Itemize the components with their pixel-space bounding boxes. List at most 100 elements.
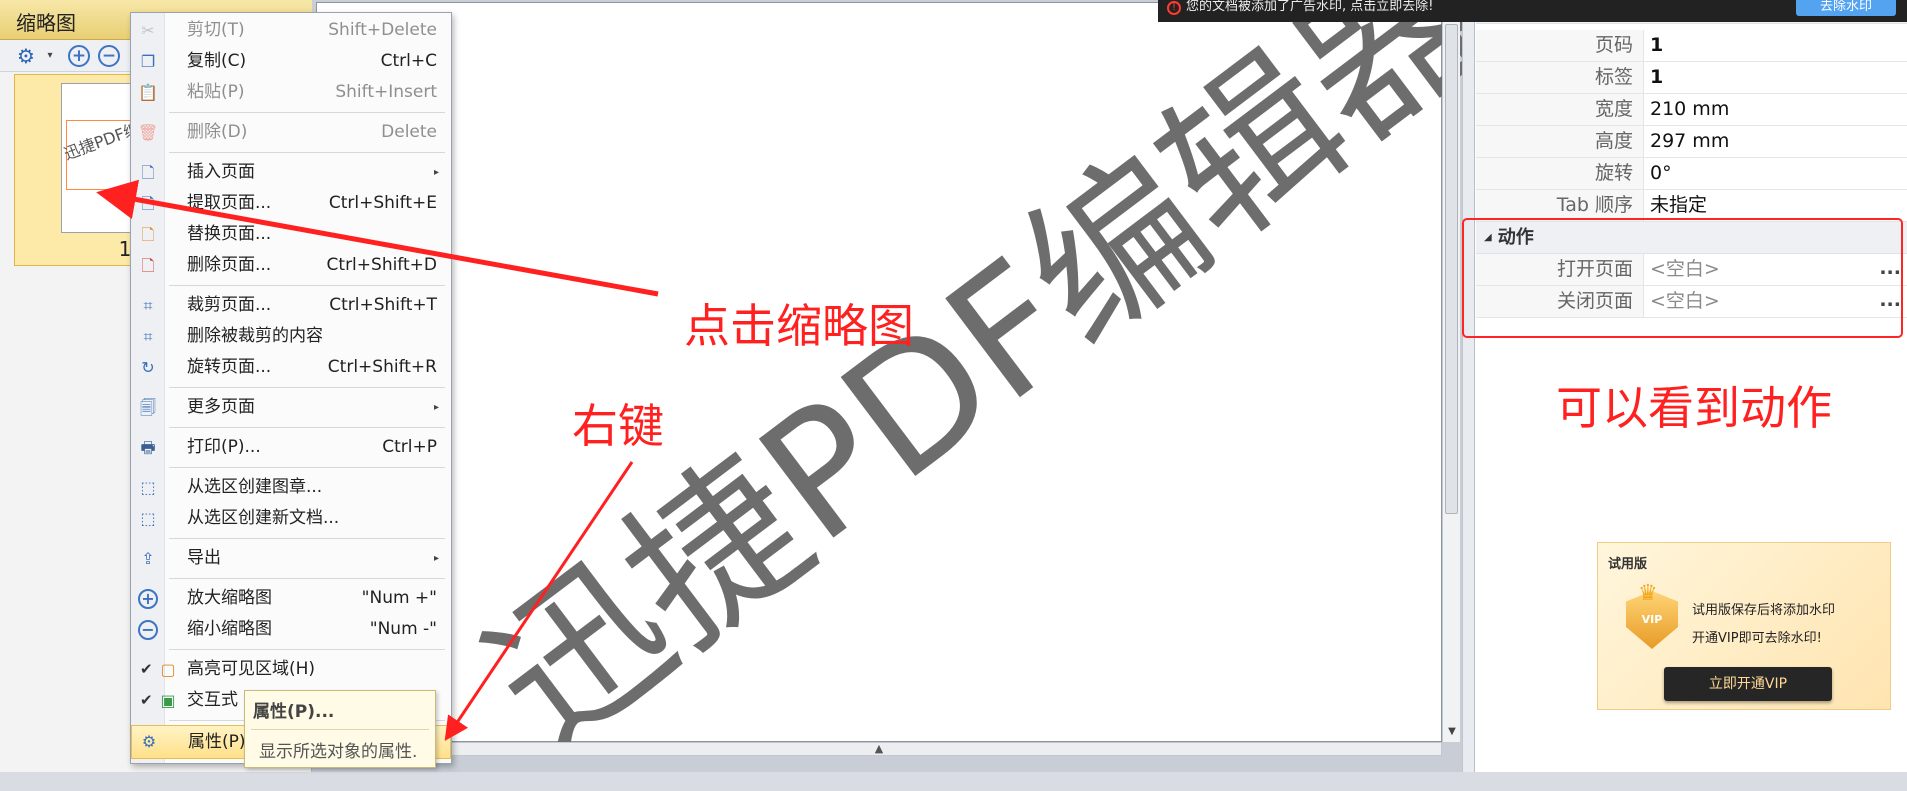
checkmark-icon: ✔ bbox=[140, 660, 153, 678]
menu-separator bbox=[169, 285, 445, 286]
trial-title: 试用版 bbox=[1608, 557, 1648, 572]
menu-item-label: 打印(P)... bbox=[187, 437, 261, 457]
tooltip-title: 属性(P)... bbox=[253, 702, 335, 722]
menu-item-zoom-out-thumbnails[interactable]: − 缩小缩略图 "Num -" bbox=[131, 614, 451, 645]
panel-splitter[interactable] bbox=[1462, 0, 1474, 772]
property-row: 标签 1 bbox=[1476, 62, 1907, 94]
menu-item-label: 粘贴(P) bbox=[187, 82, 245, 102]
menu-item-shortcut: Delete bbox=[381, 122, 437, 142]
scroll-down-icon[interactable]: ▼ bbox=[1443, 726, 1461, 737]
tooltip-divider bbox=[251, 729, 429, 730]
menu-item-cut[interactable]: ✂ 剪切(T) Shift+Delete bbox=[131, 15, 451, 46]
annotation-see-actions: 可以看到动作 bbox=[1556, 381, 1832, 435]
property-row: 旋转 0° bbox=[1476, 158, 1907, 190]
menu-item-copy[interactable]: ❐ 复制(C) Ctrl+C bbox=[131, 46, 451, 77]
menu-item-shortcut: Ctrl+Shift+D bbox=[326, 255, 437, 275]
notification-text[interactable]: 您的文档被添加了广告水印, 点击立即去除! bbox=[1186, 0, 1433, 14]
menu-item-rotate-page[interactable]: ↻ 旋转页面... Ctrl+Shift+R bbox=[131, 352, 451, 383]
menu-item-export[interactable]: ⇪ 导出 ▸ bbox=[131, 543, 451, 574]
menu-item-label: 插入页面 bbox=[187, 162, 255, 182]
property-row: 高度 297 mm bbox=[1476, 126, 1907, 158]
menu-item-shortcut: Ctrl+C bbox=[380, 51, 437, 71]
menu-item-replace-page[interactable]: 🗋 替换页面... bbox=[131, 219, 451, 250]
menu-item-label: 更多页面 bbox=[187, 397, 255, 417]
annotation-right-click: 右键 bbox=[572, 399, 664, 453]
property-value[interactable]: 297 mm bbox=[1644, 126, 1729, 157]
zoom-out-icon: − bbox=[138, 620, 158, 640]
property-label: 标签 bbox=[1476, 62, 1644, 93]
property-label: 页码 bbox=[1476, 30, 1644, 61]
menu-item-shortcut: "Num -" bbox=[369, 619, 437, 639]
context-menu: ✂ 剪切(T) Shift+Delete ❐ 复制(C) Ctrl+C 📋 粘贴… bbox=[130, 12, 452, 764]
menu-item-create-document[interactable]: ⬚ 从选区创建新文档... bbox=[131, 503, 451, 534]
menu-item-shortcut: Shift+Insert bbox=[335, 82, 437, 102]
menu-separator bbox=[169, 152, 445, 153]
insert-page-icon: 🗋 bbox=[141, 163, 155, 182]
trial-line-2: 开通VIP即可去除水印! bbox=[1692, 631, 1822, 646]
property-label: 高度 bbox=[1476, 126, 1644, 157]
menu-item-label: 替换页面... bbox=[187, 224, 272, 244]
chevron-down-icon[interactable]: ▾ bbox=[38, 44, 62, 68]
menu-item-delete-page[interactable]: 🗋 删除页面... Ctrl+Shift+D bbox=[131, 250, 451, 281]
open-vip-button[interactable]: 立即开通VIP bbox=[1664, 667, 1832, 701]
property-value[interactable]: 0° bbox=[1644, 158, 1672, 189]
paste-icon: 📋 bbox=[138, 83, 158, 102]
interactive-icon: ▣ bbox=[160, 691, 176, 710]
menu-item-label: 从选区创建新文档... bbox=[187, 508, 340, 528]
menu-item-label: 高亮可见区域(H) bbox=[187, 659, 316, 679]
menu-separator bbox=[169, 112, 445, 113]
menu-item-print[interactable]: 🖶 打印(P)... Ctrl+P bbox=[131, 432, 451, 463]
copy-icon: ❐ bbox=[140, 52, 156, 71]
gear-icon[interactable]: ⚙ bbox=[14, 44, 38, 68]
property-label: 旋转 bbox=[1476, 158, 1644, 189]
printer-icon: 🖶 bbox=[140, 438, 156, 457]
warning-icon: ! bbox=[1167, 1, 1181, 15]
menu-item-create-stamp[interactable]: ⬚ 从选区创建图章... bbox=[131, 472, 451, 503]
replace-page-icon: 🗋 bbox=[141, 225, 155, 244]
menu-separator bbox=[169, 467, 445, 468]
menu-item-highlight-visible[interactable]: ✔ ▢ 高亮可见区域(H) bbox=[131, 654, 451, 685]
menu-item-label: 缩小缩略图 bbox=[187, 619, 272, 639]
menu-item-label: 属性(P) bbox=[188, 732, 246, 752]
export-icon: ⇪ bbox=[141, 549, 155, 568]
remove-watermark-button[interactable]: 去除水印 bbox=[1796, 0, 1896, 16]
property-value[interactable]: 未指定 bbox=[1644, 190, 1707, 221]
rotate-page-icon: ↻ bbox=[141, 358, 155, 377]
menu-item-zoom-in-thumbnails[interactable]: + 放大缩略图 "Num +" bbox=[131, 583, 451, 614]
menu-item-label: 剪切(T) bbox=[187, 20, 245, 40]
property-value[interactable]: 210 mm bbox=[1644, 94, 1729, 125]
menu-item-delete[interactable]: 🗑 删除(D) Delete bbox=[131, 117, 451, 148]
horizontal-splitter[interactable]: ▲ bbox=[316, 742, 1442, 756]
properties-icon: ⚙ bbox=[141, 732, 157, 751]
submenu-arrow-icon: ▸ bbox=[433, 402, 439, 413]
menu-item-label: 导出 bbox=[187, 548, 221, 568]
checkmark-icon: ✔ bbox=[140, 691, 153, 709]
menu-item-paste[interactable]: 📋 粘贴(P) Shift+Insert bbox=[131, 77, 451, 108]
menu-item-label: 裁剪页面... bbox=[187, 295, 272, 315]
menu-separator bbox=[169, 387, 445, 388]
property-value[interactable]: 1 bbox=[1644, 30, 1663, 61]
trial-banner: 试用版 VIP ♛ 试用版保存后将添加水印 开通VIP即可去除水印! 立即开通V… bbox=[1597, 542, 1891, 710]
vertical-scrollbar[interactable]: ▲ ▼ bbox=[1442, 2, 1460, 742]
menu-item-label: 复制(C) bbox=[187, 51, 247, 71]
menu-item-insert-page[interactable]: 🗋 插入页面 ▸ bbox=[131, 157, 451, 188]
menu-item-label: 交互式 bbox=[187, 690, 238, 710]
trash-icon: 🗑 bbox=[137, 123, 159, 142]
menu-item-remove-cropped[interactable]: ⌗ 删除被裁剪的内容 bbox=[131, 321, 451, 352]
new-doc-icon: ⬚ bbox=[140, 509, 156, 528]
menu-item-more-pages[interactable]: 🗐 更多页面 ▸ bbox=[131, 392, 451, 423]
menu-item-extract-page[interactable]: 🗋 提取页面... Ctrl+Shift+E bbox=[131, 188, 451, 219]
scrollbar-thumb[interactable] bbox=[1445, 24, 1458, 514]
property-label: Tab 顺序 bbox=[1476, 190, 1644, 221]
menu-item-label: 从选区创建图章... bbox=[187, 477, 323, 497]
menu-item-shortcut: Ctrl+Shift+R bbox=[327, 357, 437, 377]
zoom-out-icon[interactable]: − bbox=[98, 45, 120, 67]
menu-item-crop-page[interactable]: ⌗ 裁剪页面... Ctrl+Shift+T bbox=[131, 290, 451, 321]
stamp-icon: ⬚ bbox=[140, 478, 156, 497]
zoom-in-icon[interactable]: + bbox=[68, 45, 90, 67]
annotation-click-thumbnail: 点击缩略图 bbox=[684, 299, 914, 353]
property-value[interactable]: 1 bbox=[1644, 62, 1663, 93]
menu-item-shortcut: Ctrl+Shift+T bbox=[329, 295, 437, 315]
menu-item-shortcut: Ctrl+Shift+E bbox=[328, 193, 437, 213]
submenu-arrow-icon: ▸ bbox=[433, 553, 439, 564]
